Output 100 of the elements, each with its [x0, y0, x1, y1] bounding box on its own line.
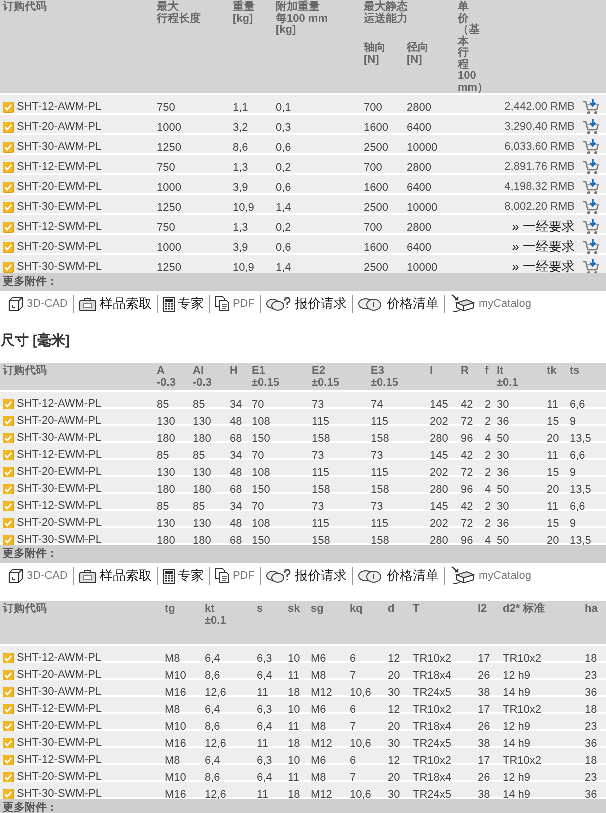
add-to-cart-icon[interactable]: [582, 138, 600, 156]
toolbar-button[interactable]: myCatalog: [448, 566, 533, 586]
column-header: 100: [458, 71, 478, 82]
toolbar-button[interactable]: 样品索取: [78, 294, 153, 314]
check-icon: [3, 788, 14, 800]
toolbar-button[interactable]: 报价请求: [264, 566, 348, 586]
table-cell: 108: [252, 416, 270, 428]
column-header: 最大静态: [364, 2, 409, 13]
check-icon: [3, 262, 14, 272]
table-cell: 115: [312, 467, 330, 479]
table-cell: TR10x2: [413, 704, 452, 716]
table-cell: 1,4: [276, 262, 292, 274]
add-to-cart-icon[interactable]: [582, 258, 600, 276]
check-icon: [3, 202, 14, 212]
column-header: d2* 标准: [503, 604, 546, 616]
table-cell: 10,6: [350, 789, 372, 801]
toolbar-button[interactable]: PDF: [214, 296, 256, 312]
price-text: 3,290.40 RMB: [504, 120, 575, 135]
table-cell: 202: [430, 416, 448, 428]
check-icon: [3, 500, 14, 512]
table-cell: 36: [585, 738, 598, 750]
toolbar-button[interactable]: 3D-CAD: [7, 296, 69, 312]
toolbar-button[interactable]: PDF: [214, 568, 256, 584]
table-cell: 14 h9: [503, 789, 531, 801]
table-cell: 2: [485, 399, 492, 411]
product-code: SHT-30-SWM-PL: [17, 532, 102, 548]
calculator-icon: [162, 568, 175, 584]
table-cell: 42: [461, 450, 474, 462]
table-cell: TR18x4: [413, 772, 452, 784]
toolbar-button[interactable]: 3D-CAD: [7, 568, 69, 584]
table-cell: M8: [165, 704, 180, 716]
table-cell: 10: [288, 755, 300, 767]
table-cell: 6,3: [257, 653, 272, 665]
table-cell: 68: [230, 535, 242, 547]
table-cell: M8: [165, 653, 180, 665]
check-icon: [3, 242, 14, 252]
table-cell: 72: [461, 518, 474, 530]
table-cell: 130: [157, 518, 176, 530]
table-cell: 158: [312, 433, 330, 445]
table-cell: 12: [388, 653, 400, 665]
check-icon: [3, 432, 14, 444]
product-code: SHT-12-AWM-PL: [17, 100, 102, 115]
table-cell: TR18x4: [413, 721, 452, 733]
add-to-cart-icon[interactable]: [582, 178, 600, 196]
cube-icon: [8, 296, 24, 312]
table-cell: 38: [478, 738, 490, 750]
coins-icon: [358, 296, 384, 312]
price-request-link[interactable]: » 一经要求: [512, 257, 575, 277]
table-cell: 145: [430, 501, 448, 513]
table-cell: 145: [430, 450, 448, 462]
add-to-cart-icon[interactable]: [582, 198, 600, 216]
column-header: 价: [458, 14, 469, 25]
table-cell: 130: [193, 467, 212, 479]
table-cell: 30: [388, 687, 400, 699]
column-header: 行: [458, 48, 470, 60]
table-cell: 4: [485, 535, 492, 547]
product-code: SHT-12-AWM-PL: [17, 650, 102, 666]
table-cell: 1,1: [233, 102, 248, 114]
table-cell: 9: [570, 518, 576, 530]
table-cell: M8: [311, 721, 326, 733]
table-cell: 2500: [364, 202, 388, 214]
table-cell: 11: [257, 687, 268, 699]
table-cell: 158: [312, 484, 330, 496]
toolbar-button[interactable]: 专家: [162, 566, 205, 586]
column-header: s: [257, 604, 264, 616]
table-cell: 700: [364, 102, 382, 114]
table-cell: 1000: [157, 182, 182, 194]
toolbar-button[interactable]: 价格清单: [356, 566, 440, 586]
add-to-cart-icon[interactable]: [582, 158, 600, 176]
toolbar-button[interactable]: myCatalog: [448, 294, 533, 314]
table-cell: 1000: [157, 122, 182, 134]
toolbar-button[interactable]: 专家: [162, 294, 205, 314]
add-to-cart-icon[interactable]: [582, 118, 600, 136]
table-cell: 17: [478, 704, 490, 716]
table-cell: 12,6: [205, 687, 226, 699]
table-cell: 13,5: [570, 484, 592, 496]
column-header: 订购代码: [3, 604, 48, 616]
table-cell: 42: [461, 399, 474, 411]
toolbar-button[interactable]: 价格清单: [356, 294, 440, 314]
add-to-cart-icon[interactable]: [582, 218, 600, 236]
table-cell: 72: [461, 467, 474, 479]
table-cell: 42: [461, 501, 474, 513]
table-cell: 108: [252, 467, 270, 479]
add-to-cart-icon[interactable]: [582, 238, 600, 256]
product-code: SHT-12-SWM-PL: [17, 220, 102, 235]
table-cell: 280: [430, 484, 448, 496]
price-request-link[interactable]: » 一经要求: [512, 237, 575, 257]
table-cell: 130: [157, 467, 176, 479]
price-text: 2,442.00 RMB: [504, 100, 575, 115]
table-cell: M16: [165, 687, 186, 699]
add-to-cart-icon[interactable]: [582, 98, 600, 116]
toolbar-button[interactable]: 报价请求: [264, 294, 348, 314]
price-request-link[interactable]: » 一经要求: [512, 217, 575, 237]
table-cell: M6: [311, 704, 326, 716]
table-cell: 6: [350, 755, 356, 767]
table-cell: 18: [288, 738, 300, 750]
check-icon: [3, 670, 14, 680]
toolbar-button[interactable]: 样品索取: [78, 566, 153, 586]
check-icon: [3, 102, 14, 112]
table-cell: 10000: [407, 142, 438, 154]
